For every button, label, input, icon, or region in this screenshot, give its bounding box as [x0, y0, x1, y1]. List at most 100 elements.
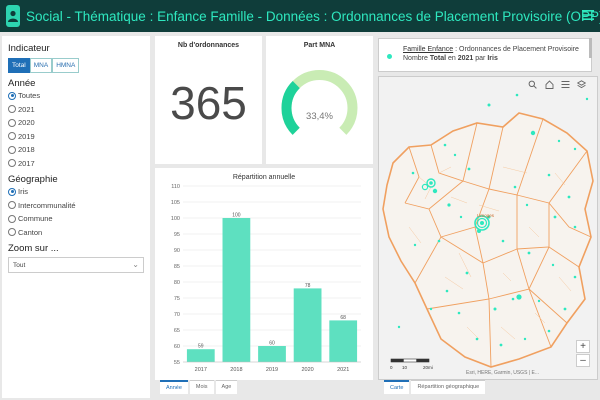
y-tick-label: 105 — [171, 200, 180, 206]
radio-button[interactable] — [8, 91, 16, 100]
indicator-segmented-control: Total MNA HMNA — [8, 58, 144, 73]
scale-label: 20mi — [423, 365, 433, 370]
bar — [293, 288, 322, 362]
geo-radio-commune[interactable]: Commune — [8, 212, 144, 226]
legend-link[interactable]: Famille Enfance — [403, 46, 453, 53]
year-radio-2017[interactable]: 2017 — [8, 157, 144, 171]
radio-label: 2020 — [18, 118, 35, 128]
y-tick-label: 65 — [174, 328, 180, 334]
x-tick-label: 2021 — [337, 367, 349, 373]
y-tick-label: 110 — [171, 184, 180, 190]
zoom-out-button[interactable]: – — [576, 354, 590, 367]
map-legend: Famille Enfance : Ordonnances de Placeme… — [378, 38, 592, 72]
bar — [222, 218, 251, 362]
chart-title: Répartition annuelle — [232, 174, 296, 181]
legend-line-1: Famille Enfance : Ordonnances de Placeme… — [403, 46, 579, 53]
indicator-option-total[interactable]: Total — [8, 58, 30, 73]
layers-icon[interactable] — [576, 80, 587, 91]
home-icon[interactable] — [545, 80, 554, 91]
bar — [329, 320, 358, 362]
radio-button[interactable] — [8, 105, 16, 114]
year-radio-2020[interactable]: 2020 — [8, 116, 144, 130]
map-canvas[interactable]: Limoges 0 10 20mi — [379, 77, 598, 380]
legend-line-2: Nombre Total en 2021 par Iris — [403, 55, 498, 62]
radio-button[interactable] — [8, 228, 16, 237]
indicator-option-mna[interactable]: MNA — [29, 58, 53, 73]
app-title: Social - Thématique : Enfance Famille - … — [26, 8, 600, 24]
kpi-share-card: Part MNA 33,4% — [266, 36, 373, 164]
y-tick-label: 90 — [174, 248, 180, 254]
radio-label: Canton — [18, 227, 43, 237]
scale-label: 10 — [402, 365, 408, 370]
zoom-heading: Zoom sur ... — [8, 243, 59, 254]
y-tick-label: 100 — [171, 216, 180, 222]
radio-label: Iris — [18, 187, 28, 197]
year-radio-2018[interactable]: 2018 — [8, 143, 144, 157]
radio-button[interactable] — [8, 201, 16, 210]
zoom-select-value: Tout — [13, 262, 26, 269]
app-header: Social - Thématique : Enfance Famille - … — [0, 0, 600, 32]
scale-label: 0 — [390, 365, 393, 370]
radio-button[interactable] — [8, 132, 16, 141]
legend-scrollbar[interactable] — [589, 38, 592, 58]
radio-button[interactable] — [8, 187, 16, 196]
kpi-share-title: Part MNA — [303, 42, 336, 49]
radio-label: 2018 — [18, 145, 35, 155]
y-tick-label: 55 — [174, 360, 180, 366]
share-gauge — [281, 70, 358, 135]
tab-carte[interactable]: Carte — [384, 380, 410, 394]
filter-sidebar: Indicateur Total MNA HMNA Année Toutes 2… — [2, 36, 150, 398]
data-label: 60 — [269, 341, 275, 347]
city-label: Limoges — [477, 213, 495, 218]
radio-label: 2017 — [18, 158, 35, 168]
search-icon[interactable] — [528, 80, 537, 91]
map-view[interactable]: Limoges 0 10 20mi — [378, 76, 598, 380]
y-tick-label: 70 — [174, 312, 180, 318]
indicator-option-hmna[interactable]: HMNA — [52, 58, 80, 73]
kpi-count-card: Nb d'ordonnances 365 — [155, 36, 262, 164]
year-heading: Année — [8, 78, 36, 89]
x-tick-label: 2019 — [266, 367, 278, 373]
y-tick-label: 80 — [174, 280, 180, 286]
chevron-down-icon: ⌄ — [132, 260, 139, 269]
year-radio-2019[interactable]: 2019 — [8, 130, 144, 144]
x-tick-label: 2017 — [195, 367, 207, 373]
geo-radio-iris[interactable]: Iris — [8, 185, 144, 199]
geo-radio-intercommunalite[interactable]: Intercommunalité — [8, 199, 144, 213]
radio-button[interactable] — [8, 214, 16, 223]
list-icon[interactable] — [561, 80, 570, 91]
zoom-select[interactable]: Tout ⌄ — [8, 257, 144, 273]
hamburger-icon[interactable] — [582, 8, 594, 22]
radio-label: 2021 — [18, 104, 35, 114]
legend-text: par — [473, 55, 488, 62]
radio-label: Toutes — [18, 91, 41, 101]
person-icon — [6, 5, 20, 27]
data-label: 59 — [198, 344, 204, 350]
year-radio-toutes[interactable]: Toutes — [8, 89, 144, 103]
radio-label: Intercommunalité — [18, 200, 76, 210]
radio-button[interactable] — [8, 159, 16, 168]
map-attribution: Esri, HERE, Garmin, USGS | E... — [466, 370, 539, 376]
legend-geo: Iris — [487, 55, 498, 62]
tab-annee[interactable]: Année — [160, 380, 188, 394]
data-label: 78 — [305, 283, 311, 289]
radio-button[interactable] — [8, 118, 16, 127]
department-outline — [382, 112, 594, 368]
radio-button[interactable] — [8, 145, 16, 154]
kpi-count-value: 365 — [170, 77, 247, 129]
indicator-heading: Indicateur — [8, 43, 50, 54]
data-label: 100 — [232, 213, 241, 219]
year-radio-2021[interactable]: 2021 — [8, 103, 144, 117]
tab-mois[interactable]: Mois — [189, 380, 214, 394]
legend-year: 2021 — [457, 55, 474, 62]
bar — [258, 346, 286, 362]
tab-age[interactable]: Age — [215, 380, 238, 394]
y-tick-label: 95 — [174, 232, 180, 238]
geo-radio-canton[interactable]: Canton — [8, 226, 144, 240]
radio-label: 2019 — [18, 131, 35, 141]
scale-bar: 0 10 20mi — [390, 358, 433, 370]
tab-repartition-geographique[interactable]: Répartition géographique — [411, 380, 486, 394]
legend-indicator: Total — [429, 55, 447, 62]
y-tick-label: 75 — [174, 296, 180, 302]
zoom-in-button[interactable]: + — [576, 340, 590, 353]
